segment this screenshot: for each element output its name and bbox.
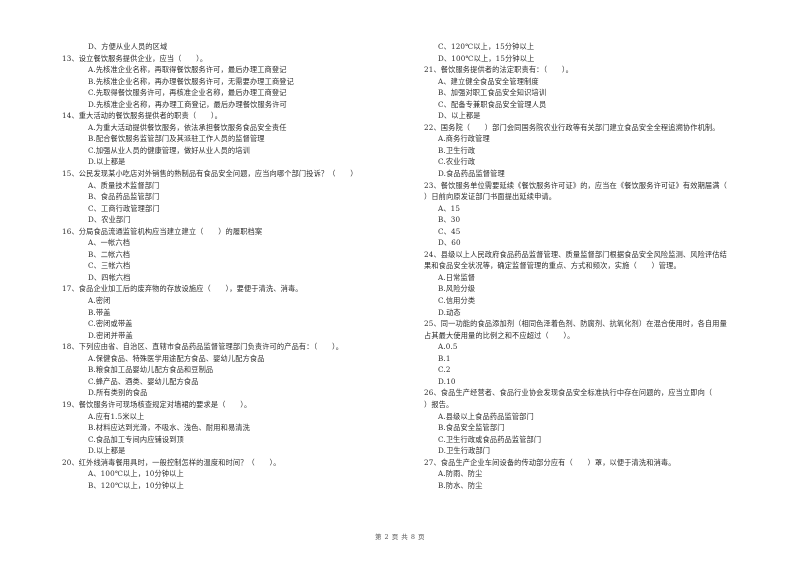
option-c: C.信用分类 (438, 296, 476, 306)
option-b: B.配合餐饮服务监管部门及其派驻工作人员的监督管理 (88, 134, 265, 144)
option-c: C、45 (438, 226, 461, 236)
option-c: C.食品加工专间内应铺设到顶 (88, 434, 184, 444)
question-stem: 27、食品生产企业车间设备的传动部分应有（ ）罩，以便于清洗和消毒。 (424, 457, 676, 467)
option-b: B.带盖 (88, 307, 111, 317)
option-b: B.材料应达到光滑，不吸水、浅色、耐用和易清洗 (88, 423, 250, 433)
option-d: D.以上都是 (88, 446, 126, 456)
option-a: A.防雨、防尘 (438, 469, 483, 479)
option-d: D、农业部门 (88, 215, 131, 225)
option-c: C.2 (438, 365, 451, 375)
question-17: 17、食品企业加工后的废弃物的存放设施应（ ），要便于清洗、消毒。 A.密闭 B… (62, 283, 402, 341)
option-a: A.应有1.5米以上 (88, 411, 145, 421)
option-d: D.动态 (438, 307, 461, 317)
option-d: D.密闭并带盖 (88, 330, 133, 340)
option-c: C.卫生行政或食品药品监管部门 (438, 434, 542, 444)
option-d: D、四帐六档 (88, 272, 131, 282)
carryover-option: C、120℃以上，15分钟以上 (438, 42, 535, 51)
option-d: D.卫生行政部门 (438, 446, 491, 456)
option-d: D.以上都是 (88, 157, 126, 167)
option-b: B、加强对职工食品安全知识培训 (438, 88, 547, 98)
page-number-footer: 第 2 页 共 8 页 (374, 533, 426, 541)
option-d: D、60 (438, 238, 461, 248)
option-c: C.加强从业人员的健康管理，做好从业人员的培训 (88, 145, 250, 155)
question-20: 20、红外线消毒餐用具时，一般控制怎样的温度和时间？（ ）。 A、100℃以上，… (62, 457, 402, 492)
question-stem-line-2: 占其最大使用量的比例之和不应超过（ ）。 (424, 330, 575, 340)
option-d: D.食品药品监督管理 (438, 169, 505, 179)
option-b: B.1 (438, 353, 451, 363)
carryover-option: D、100℃以上，15分钟以上 (438, 53, 535, 63)
option-c: C.农业行政 (438, 157, 476, 167)
question-stem: 15、公民发现某小吃店对外销售的熟制品有食品安全问题，应当向哪个部门投诉？（ ） (62, 169, 358, 179)
question-stem: 19、餐饮服务许可现场核查规定对墙裙的要求是（ ）。 (62, 399, 252, 409)
question-stem: 16、分局食品流通监管机构应当建立建立（ ）的履职档案 (62, 226, 263, 236)
option-a: A.0.5 (438, 342, 458, 352)
option-b: B.粮食加工品婴幼儿配方食品和豆制品 (88, 365, 214, 375)
option-c: C、三帐六档 (88, 261, 131, 271)
question-19: 19、餐饮服务许可现场核查规定对墙裙的要求是（ ）。 A.应有1.5米以上 B.… (62, 399, 402, 457)
question-stem-line-2: ）日前向原发证部门书面提出延续申请。 (424, 192, 557, 202)
option-a: A.先核准企业名称，再取得餐饮服务许可，最后办理工商登记 (88, 65, 287, 75)
option-c: C.先取得餐饮服务许可，再核准企业名称，最后办理工商登记 (88, 88, 287, 98)
option-a: A、100℃以上，10分钟以上 (88, 469, 184, 479)
question-stem: 21、餐饮服务提供者的法定职责有：（ ）。 (424, 65, 573, 75)
option-b: B、30 (438, 215, 461, 225)
question-stem-line-2: ）报告。 (424, 399, 454, 409)
option-c: C、工商行政管理部门 (88, 203, 160, 213)
question-stem: 18、下列应由省、自治区、直辖市食品药品监督管理部门负责许可的产品有：（ ）。 (62, 342, 344, 352)
question-stem: 13、设立餐饮服务提供企业，应当（ ）。 (62, 53, 208, 63)
question-stem: 14、重大活动的餐饮服务提供者的职责（ ）。 (62, 111, 222, 121)
option-d: D.所有类别的食品 (88, 388, 148, 398)
question-stem: 22、国务院（ ）部门会同国务院农业行政等有关部门建立食品安全全程追溯协作机制。 (424, 122, 720, 132)
question-27: 27、食品生产企业车间设备的传动部分应有（ ）罩，以便于清洗和消毒。 A.防雨、… (424, 457, 764, 492)
option-a: A.为重大活动提供餐饮服务，依法承担餐饮服务食品安全责任 (88, 122, 287, 132)
option-a: A.保健食品、特殊医学用途配方食品、婴幼儿配方食品 (88, 353, 265, 363)
option-b: B、二帐六档 (88, 249, 131, 259)
question-23: 23、餐饮服务单位需要延续《餐饮服务许可证》的，应当在《餐饮服务许可证》有效期届… (424, 180, 764, 249)
option-a: A.商务行政管理 (438, 134, 490, 144)
option-b: B.风险分级 (438, 284, 476, 294)
option-a: A.县级以上食品药品监管部门 (438, 411, 534, 421)
option-c: C.密闭或带盖 (88, 319, 133, 329)
question-15: 15、公民发现某小吃店对外销售的熟制品有食品安全问题，应当向哪个部门投诉？（ ）… (62, 168, 402, 226)
option-a: A.日常监督 (438, 272, 476, 282)
question-stem-line-2: 果和食品安全状况等，确定监督管理的重点、方式和频次，实施（ ）管理。 (424, 261, 681, 271)
option-a: A、质量技术监督部门 (88, 180, 160, 190)
option-d: D.10 (438, 376, 456, 386)
option-b: B、食品药品监管部门 (88, 192, 160, 202)
question-21: 21、餐饮服务提供者的法定职责有：（ ）。 A、建立健全食品安全管理制度 B、加… (424, 64, 764, 122)
option-a: A、15 (438, 203, 461, 213)
option-c: C、配备专兼职食品安全管理人员 (438, 99, 547, 109)
option-b: B.食品安全监管部门 (438, 423, 505, 433)
right-column: C、120℃以上，15分钟以上 D、100℃以上，15分钟以上 21、餐饮服务提… (424, 41, 764, 491)
option-b: B、120℃以上，10分钟以上 (88, 480, 184, 490)
question-26: 26、食品生产经营者、食品行业协会发现食品安全标准执行中存在问题的，应当立即向（… (424, 387, 764, 456)
option-d: D.先核准企业名称，再办理工商登记，最后办理餐饮服务许可 (88, 99, 287, 109)
option-c: C.蜂产品、酒类、婴幼儿配方食品 (88, 376, 199, 386)
question-stem-line-1: 23、餐饮服务单位需要延续《餐饮服务许可证》的，应当在《餐饮服务许可证》有效期届… (424, 180, 727, 190)
question-24: 24、县级以上人民政府食品药品监督管理、质量监督部门根据食品安全风险监测、风险评… (424, 249, 764, 318)
left-column: D、方便从业人员的区域 13、设立餐饮服务提供企业，应当（ ）。 A.先核准企业… (62, 41, 402, 491)
question-25: 25、同一功能的食品添加剂（相同色泽着色剂、防腐剂、抗氧化剂）在混合使用时，各自… (424, 318, 764, 387)
question-18: 18、下列应由省、自治区、直辖市食品药品监督管理部门负责许可的产品有：（ ）。 … (62, 341, 402, 399)
question-stem: 17、食品企业加工后的废弃物的存放设施应（ ），要便于清洗、消毒。 (62, 284, 303, 294)
carryover-option: D、方便从业人员的区域 (88, 42, 168, 51)
option-a: A.密闭 (88, 296, 111, 306)
option-a: A、一帐六档 (88, 238, 131, 248)
option-b: B.防水、防尘 (438, 480, 483, 490)
option-a: A、建立健全食品安全管理制度 (438, 76, 539, 86)
option-b: B.卫生行政 (438, 145, 476, 155)
option-d: D、以上都是 (438, 111, 481, 121)
question-stem-line-1: 24、县级以上人民政府食品药品监督管理、质量监督部门根据食品安全风险监测、风险评… (424, 249, 727, 259)
question-stem-line-1: 25、同一功能的食品添加剂（相同色泽着色剂、防腐剂、抗氧化剂）在混合使用时，各自… (424, 319, 727, 329)
question-13: 13、设立餐饮服务提供企业，应当（ ）。 A.先核准企业名称，再取得餐饮服务许可… (62, 53, 402, 111)
question-stem: 20、红外线消毒餐用具时，一般控制怎样的温度和时间？（ ）。 (62, 457, 281, 467)
question-stem-line-1: 26、食品生产经营者、食品行业协会发现食品安全标准执行中存在问题的，应当立即向（ (424, 388, 713, 398)
question-16: 16、分局食品流通监管机构应当建立建立（ ）的履职档案 A、一帐六档 B、二帐六… (62, 226, 402, 284)
exam-page: D、方便从业人员的区域 13、设立餐饮服务提供企业，应当（ ）。 A.先核准企业… (0, 0, 800, 565)
option-b: B.先核准企业名称，再办理餐饮服务许可，无需要办理工商登记 (88, 76, 294, 86)
question-22: 22、国务院（ ）部门会同国务院农业行政等有关部门建立食品安全全程追溯协作机制。… (424, 122, 764, 180)
question-14: 14、重大活动的餐饮服务提供者的职责（ ）。 A.为重大活动提供餐饮服务，依法承… (62, 110, 402, 168)
